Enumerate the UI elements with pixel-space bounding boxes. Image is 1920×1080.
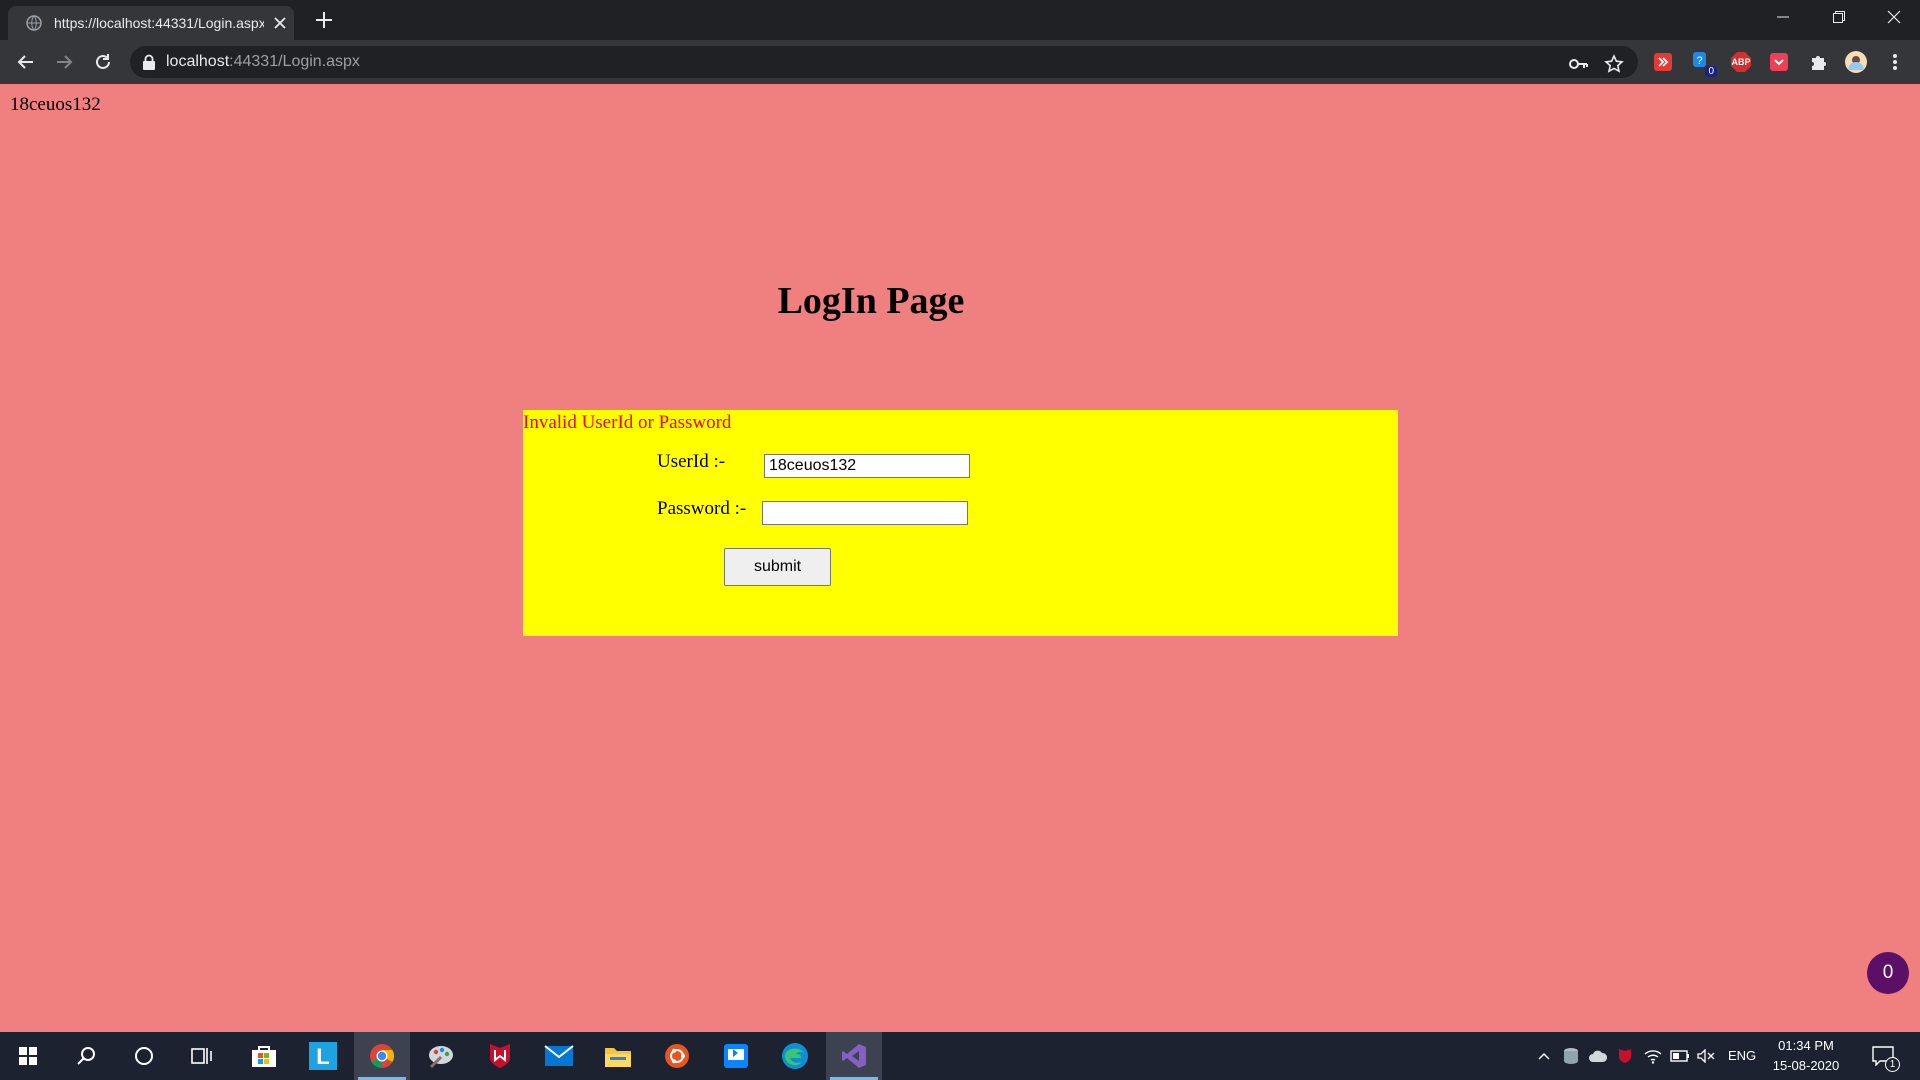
userid-label: UserId :- bbox=[657, 451, 726, 472]
tray-cloud-icon[interactable] bbox=[1588, 1046, 1608, 1066]
windows-taskbar: L ENG 01:34 PM 15-08-2020 1 bbox=[0, 1032, 1920, 1080]
browser-tabstrip: https://localhost:44331/Login.aspx bbox=[0, 0, 1920, 40]
password-label: Password :- bbox=[657, 498, 747, 519]
error-message: Invalid UserId or Password bbox=[523, 412, 732, 433]
chrome-menu-button[interactable] bbox=[1884, 51, 1906, 73]
reload-button[interactable] bbox=[91, 50, 115, 74]
url-path: :44331/Login.aspx bbox=[229, 53, 360, 70]
reload-icon bbox=[96, 54, 110, 69]
taskbar-mcafee[interactable] bbox=[472, 1032, 528, 1080]
store-icon bbox=[252, 1046, 276, 1067]
restore-button[interactable] bbox=[1811, 0, 1867, 34]
taskbar-chrome[interactable] bbox=[354, 1032, 410, 1080]
forward-button[interactable] bbox=[52, 50, 76, 74]
taskbar-ubuntu[interactable] bbox=[649, 1032, 705, 1080]
remote-app-icon bbox=[724, 1044, 748, 1068]
password-input[interactable] bbox=[762, 501, 968, 525]
extension-blue-icon[interactable]: ? 0 bbox=[1691, 51, 1717, 77]
file-explorer-icon bbox=[605, 1048, 631, 1067]
task-view-icon bbox=[191, 1048, 212, 1064]
arrow-left-icon bbox=[17, 55, 33, 69]
browser-tab[interactable]: https://localhost:44331/Login.aspx bbox=[8, 6, 294, 40]
profile-avatar[interactable] bbox=[1845, 51, 1867, 73]
userid-input[interactable] bbox=[764, 454, 970, 478]
clock[interactable]: 01:34 PM 15-08-2020 bbox=[1766, 1036, 1846, 1076]
mcafee-icon bbox=[490, 1044, 510, 1068]
ubuntu-icon bbox=[665, 1044, 689, 1068]
taskbar-visual-studio[interactable] bbox=[826, 1032, 882, 1080]
visual-studio-icon bbox=[842, 1044, 866, 1068]
clock-date: 15-08-2020 bbox=[1772, 1058, 1840, 1073]
page-content: 18ceuos132 LogIn Page Invalid UserId or … bbox=[0, 84, 1920, 1032]
cortana-icon bbox=[135, 1047, 153, 1065]
session-user-label: 18ceuos132 bbox=[10, 94, 101, 115]
address-bar[interactable]: localhost:44331/Login.aspx bbox=[130, 46, 1638, 78]
lock-icon[interactable] bbox=[142, 54, 156, 70]
taskbar-paint[interactable] bbox=[413, 1032, 469, 1080]
svg-text:?: ? bbox=[1696, 55, 1702, 67]
tray-mcafee-icon[interactable] bbox=[1615, 1046, 1635, 1066]
puzzle-icon[interactable] bbox=[1807, 51, 1829, 73]
windows-logo-icon bbox=[19, 1047, 37, 1065]
submit-button[interactable]: submit bbox=[724, 548, 831, 586]
l-app-icon: L bbox=[309, 1042, 337, 1070]
battery-icon[interactable] bbox=[1670, 1046, 1690, 1066]
extension-red-icon[interactable] bbox=[1652, 51, 1674, 73]
restore-icon bbox=[1833, 11, 1845, 23]
taskbar-edge[interactable] bbox=[767, 1032, 823, 1080]
task-view-button[interactable] bbox=[174, 1032, 230, 1080]
back-button[interactable] bbox=[14, 50, 38, 74]
login-form: Invalid UserId or Password UserId :- Pas… bbox=[523, 410, 1398, 636]
edge-icon bbox=[782, 1043, 808, 1069]
browser-toolbar: localhost:44331/Login.aspx bbox=[0, 40, 1920, 84]
star-icon[interactable] bbox=[1604, 54, 1624, 74]
key-icon[interactable] bbox=[1568, 54, 1588, 74]
close-window-button[interactable] bbox=[1866, 0, 1920, 34]
taskbar-store[interactable] bbox=[236, 1032, 292, 1080]
chrome-icon bbox=[370, 1044, 395, 1068]
pocket-icon[interactable] bbox=[1768, 51, 1790, 73]
cortana-button[interactable] bbox=[116, 1032, 172, 1080]
chevron-up-icon bbox=[1538, 1052, 1550, 1060]
taskbar-search-button[interactable] bbox=[58, 1032, 114, 1080]
globe-icon bbox=[26, 15, 42, 31]
show-hidden-icons-button[interactable] bbox=[1534, 1046, 1554, 1066]
notification-count: 1 bbox=[1885, 1057, 1900, 1072]
wifi-icon[interactable] bbox=[1643, 1046, 1663, 1066]
arrow-right-icon bbox=[57, 55, 73, 69]
tray-database-icon[interactable] bbox=[1561, 1046, 1581, 1066]
taskbar-mail[interactable] bbox=[531, 1032, 587, 1080]
action-center-button[interactable]: 1 bbox=[1870, 1046, 1900, 1072]
minimize-button[interactable] bbox=[1755, 0, 1811, 34]
url-host: localhost bbox=[166, 53, 230, 70]
start-button[interactable] bbox=[0, 1032, 56, 1080]
language-indicator[interactable]: ENG bbox=[1728, 1048, 1756, 1063]
close-icon bbox=[1887, 10, 1901, 24]
svg-text:L: L bbox=[316, 1044, 329, 1069]
floating-count-badge[interactable]: 0 bbox=[1867, 952, 1909, 994]
taskbar-remote-app[interactable] bbox=[708, 1032, 764, 1080]
paint-icon bbox=[429, 1046, 453, 1069]
volume-muted-icon[interactable] bbox=[1696, 1046, 1716, 1066]
extension-badge: 0 bbox=[1705, 66, 1717, 77]
adblock-label: ABP bbox=[1731, 57, 1751, 67]
mail-icon bbox=[544, 1045, 574, 1066]
search-icon bbox=[77, 1047, 95, 1065]
tab-title: https://localhost:44331/Login.aspx bbox=[54, 15, 264, 31]
adblock-icon[interactable]: ABP bbox=[1730, 51, 1752, 73]
taskbar-l-app[interactable]: L bbox=[295, 1032, 351, 1080]
new-tab-icon[interactable] bbox=[313, 9, 335, 31]
minimize-icon bbox=[1777, 16, 1789, 18]
page-title: LogIn Page bbox=[777, 280, 965, 322]
kebab-menu-icon bbox=[1893, 54, 1897, 70]
close-tab-icon[interactable] bbox=[272, 15, 288, 31]
clock-time: 01:34 PM bbox=[1778, 1038, 1834, 1053]
taskbar-file-explorer[interactable] bbox=[590, 1032, 646, 1080]
